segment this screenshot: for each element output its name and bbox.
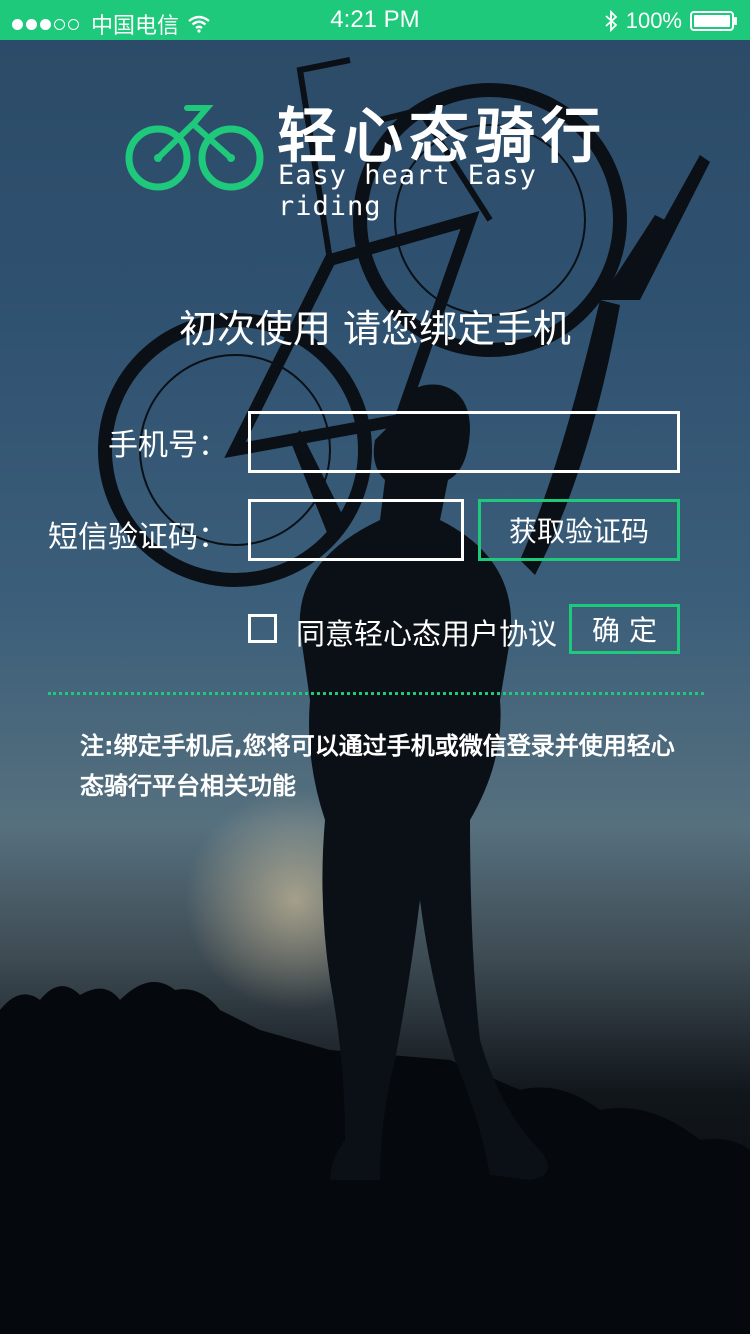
bind-phone-screen: 中国电信 4:21 PM 100% 轻心态骑行 Easy heart Easy … (0, 0, 750, 1334)
page-title: 初次使用 请您绑定手机 (178, 307, 572, 351)
brand-subtitle: Easy heart Easy riding (278, 160, 537, 222)
bicycle-icon (125, 105, 264, 191)
sms-code-input[interactable] (248, 499, 464, 561)
battery-percentage: 100% (625, 8, 682, 33)
phone-label: 手机号： (108, 428, 228, 463)
agree-checkbox[interactable] (248, 614, 277, 643)
note-text: 注:绑定手机后,您将可以通过手机或微信登录并使用轻心态骑行平台相关功能 (80, 732, 675, 800)
divider (48, 692, 704, 695)
brand-logo: 轻心态骑行 Easy heart Easy riding (125, 92, 645, 222)
phone-input[interactable] (248, 411, 680, 473)
bluetooth-icon (605, 10, 618, 32)
confirm-button[interactable]: 确 定 (569, 604, 680, 654)
get-code-button[interactable]: 获取验证码 (478, 499, 680, 561)
sms-code-label: 短信验证码： (48, 520, 228, 555)
battery-icon (690, 11, 737, 31)
status-bar: 中国电信 4:21 PM 100% (0, 0, 750, 40)
agree-label[interactable]: 同意轻心态用户协议 (296, 611, 557, 653)
